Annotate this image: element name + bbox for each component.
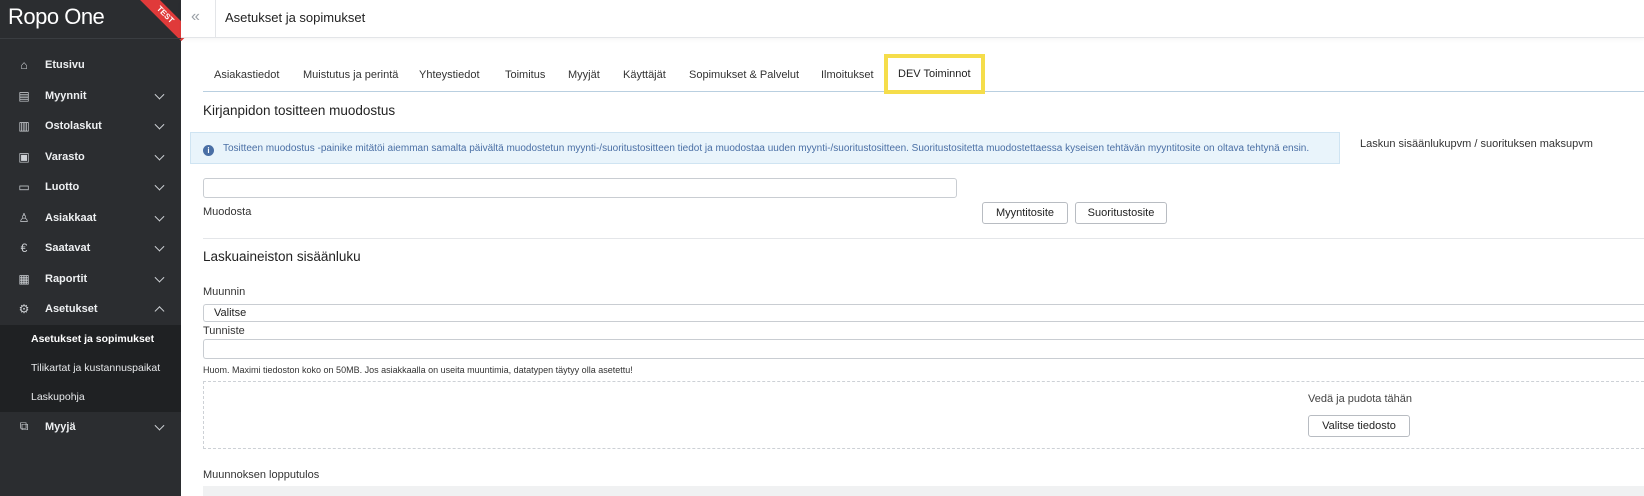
settings-tabs: Asiakastiedot Muistutus ja perintä Yhtey… [203,54,1644,94]
tab-toimitus[interactable]: Toimitus [505,58,545,92]
euro-icon: € [20,241,28,256]
identifier-label: Tunniste [203,325,245,337]
result-label: Muunnoksen lopputulos [203,469,320,481]
sidebar-item-asetukset[interactable]: ⚙ Asetukset [0,294,181,325]
file-dropzone[interactable] [203,381,1644,449]
create-label: Muodosta [203,206,252,218]
sidebar-item-ostolaskut[interactable]: ▥ Ostolaskut [0,111,181,142]
choose-file-button[interactable]: Valitse tiedosto [1308,415,1410,437]
sidebar-item-etusivu[interactable]: ⌂ Etusivu [0,50,181,81]
sidebar-item-label: Etusivu [45,59,85,72]
sidebar-subitem-tilikartat[interactable]: Tilikartat ja kustannuspaikat [0,354,181,383]
credit-card-icon: ▭ [18,180,30,195]
chevron-down-icon [154,420,165,431]
sidebar-item-luotto[interactable]: ▭ Luotto [0,172,181,203]
user-icon: ♙ [18,210,30,225]
document-icon: ▥ [18,119,30,134]
file-size-note: Huom. Maximi tiedoston koko on 50MB. Jos… [203,365,633,375]
report-icon: ▦ [18,271,30,286]
tab-asiakastiedot[interactable]: Asiakastiedot [214,58,279,92]
converter-label: Muunnin [203,286,246,298]
sidebar-divider [0,38,181,39]
seller-icon: ⧉ [19,419,29,434]
sidebar-item-label: Luotto [45,181,80,194]
gear-icon: ⚙ [18,302,30,317]
info-icon: i [203,144,214,156]
sidebar-item-label: Myynnit [45,89,87,102]
info-banner: i Tositteen muodostus -painike mitätöi a… [190,132,1340,164]
payment-voucher-button[interactable]: Suoritustosite [1075,202,1167,224]
sidebar-item-label: Myyjä [45,420,76,433]
sales-voucher-button[interactable]: Myyntitosite [982,202,1068,224]
converter-select[interactable]: Valitse [203,304,1644,322]
tab-muistutus-ja-perinta[interactable]: Muistutus ja perintä [303,58,398,92]
info-text: Tositteen muodostus -painike mitätöi aie… [223,142,1310,154]
sidebar-item-label: Raportit [45,272,88,285]
chevron-up-icon [154,306,165,317]
sidebar-item-myyja[interactable]: ⧉ Myyjä [0,412,181,443]
import-section-title: Laskuaineiston sisäänluku [203,249,361,264]
identifier-input[interactable] [203,339,1644,359]
dropzone-text: Vedä ja pudota tähän [1308,393,1412,405]
tab-myyjat[interactable]: Myyjät [568,58,600,92]
settings-submenu: Asetukset ja sopimukset Tilikartat ja ku… [0,324,181,412]
header-divider [215,0,216,38]
sidebar-item-myynnit[interactable]: ▤ Myynnit [0,81,181,112]
chevron-down-icon [154,89,165,100]
section-divider [203,238,1644,239]
sidebar-nav: ⌂ Etusivu ▤ Myynnit ▥ Ostolaskut ▣ Varas… [0,50,181,442]
sidebar-item-label: Saatavat [45,242,91,255]
chevron-down-icon [154,241,165,252]
chevron-down-icon [154,211,165,222]
chevron-down-icon [154,180,165,191]
tab-ilmoitukset[interactable]: Ilmoitukset [821,58,874,92]
tab-yhteystiedot[interactable]: Yhteystiedot [419,58,480,92]
voucher-section-title: Kirjanpidon tositteen muodostus [203,103,396,118]
tab-sopimukset-ja-palvelut[interactable]: Sopimukset & Palvelut [689,58,799,92]
warehouse-icon: ▣ [18,149,30,164]
app-logo[interactable]: Ropo One [8,4,105,30]
home-icon: ⌂ [20,58,28,73]
sidebar: Ropo One TEST ⌂ Etusivu ▤ Myynnit ▥ Osto… [0,0,192,496]
page-title: Asetukset ja sopimukset [225,10,366,25]
sidebar-item-varasto[interactable]: ▣ Varasto [0,142,181,173]
sidebar-item-asiakkaat[interactable]: ♙ Asiakkaat [0,203,181,234]
sidebar-subitem-asetukset-ja-sopimukset[interactable]: Asetukset ja sopimukset [0,325,181,354]
date-input[interactable] [203,178,957,198]
briefcase-icon: ▤ [18,88,30,103]
chevron-down-icon [154,119,165,130]
sidebar-item-label: Asetukset [45,303,98,316]
tab-dev-toiminnot[interactable]: DEV Toiminnot [884,54,985,94]
collapse-sidebar-icon[interactable]: « [191,8,209,26]
chevron-down-icon [154,272,165,283]
date-label: Laskun sisäänlukupvm / suorituksen maksu… [1360,138,1593,150]
chevron-down-icon [154,150,165,161]
sidebar-item-raportit[interactable]: ▦ Raportit [0,264,181,295]
page-header: « Asetukset ja sopimukset [181,0,1644,38]
sidebar-item-label: Ostolaskut [45,120,102,133]
sidebar-item-label: Varasto [45,150,85,163]
tab-kayttajat[interactable]: Käyttäjät [623,58,666,92]
sidebar-item-saatavat[interactable]: € Saatavat [0,233,181,264]
sidebar-item-label: Asiakkaat [45,211,97,224]
result-output [203,486,1644,496]
sidebar-subitem-laskupohja[interactable]: Laskupohja [0,383,181,412]
